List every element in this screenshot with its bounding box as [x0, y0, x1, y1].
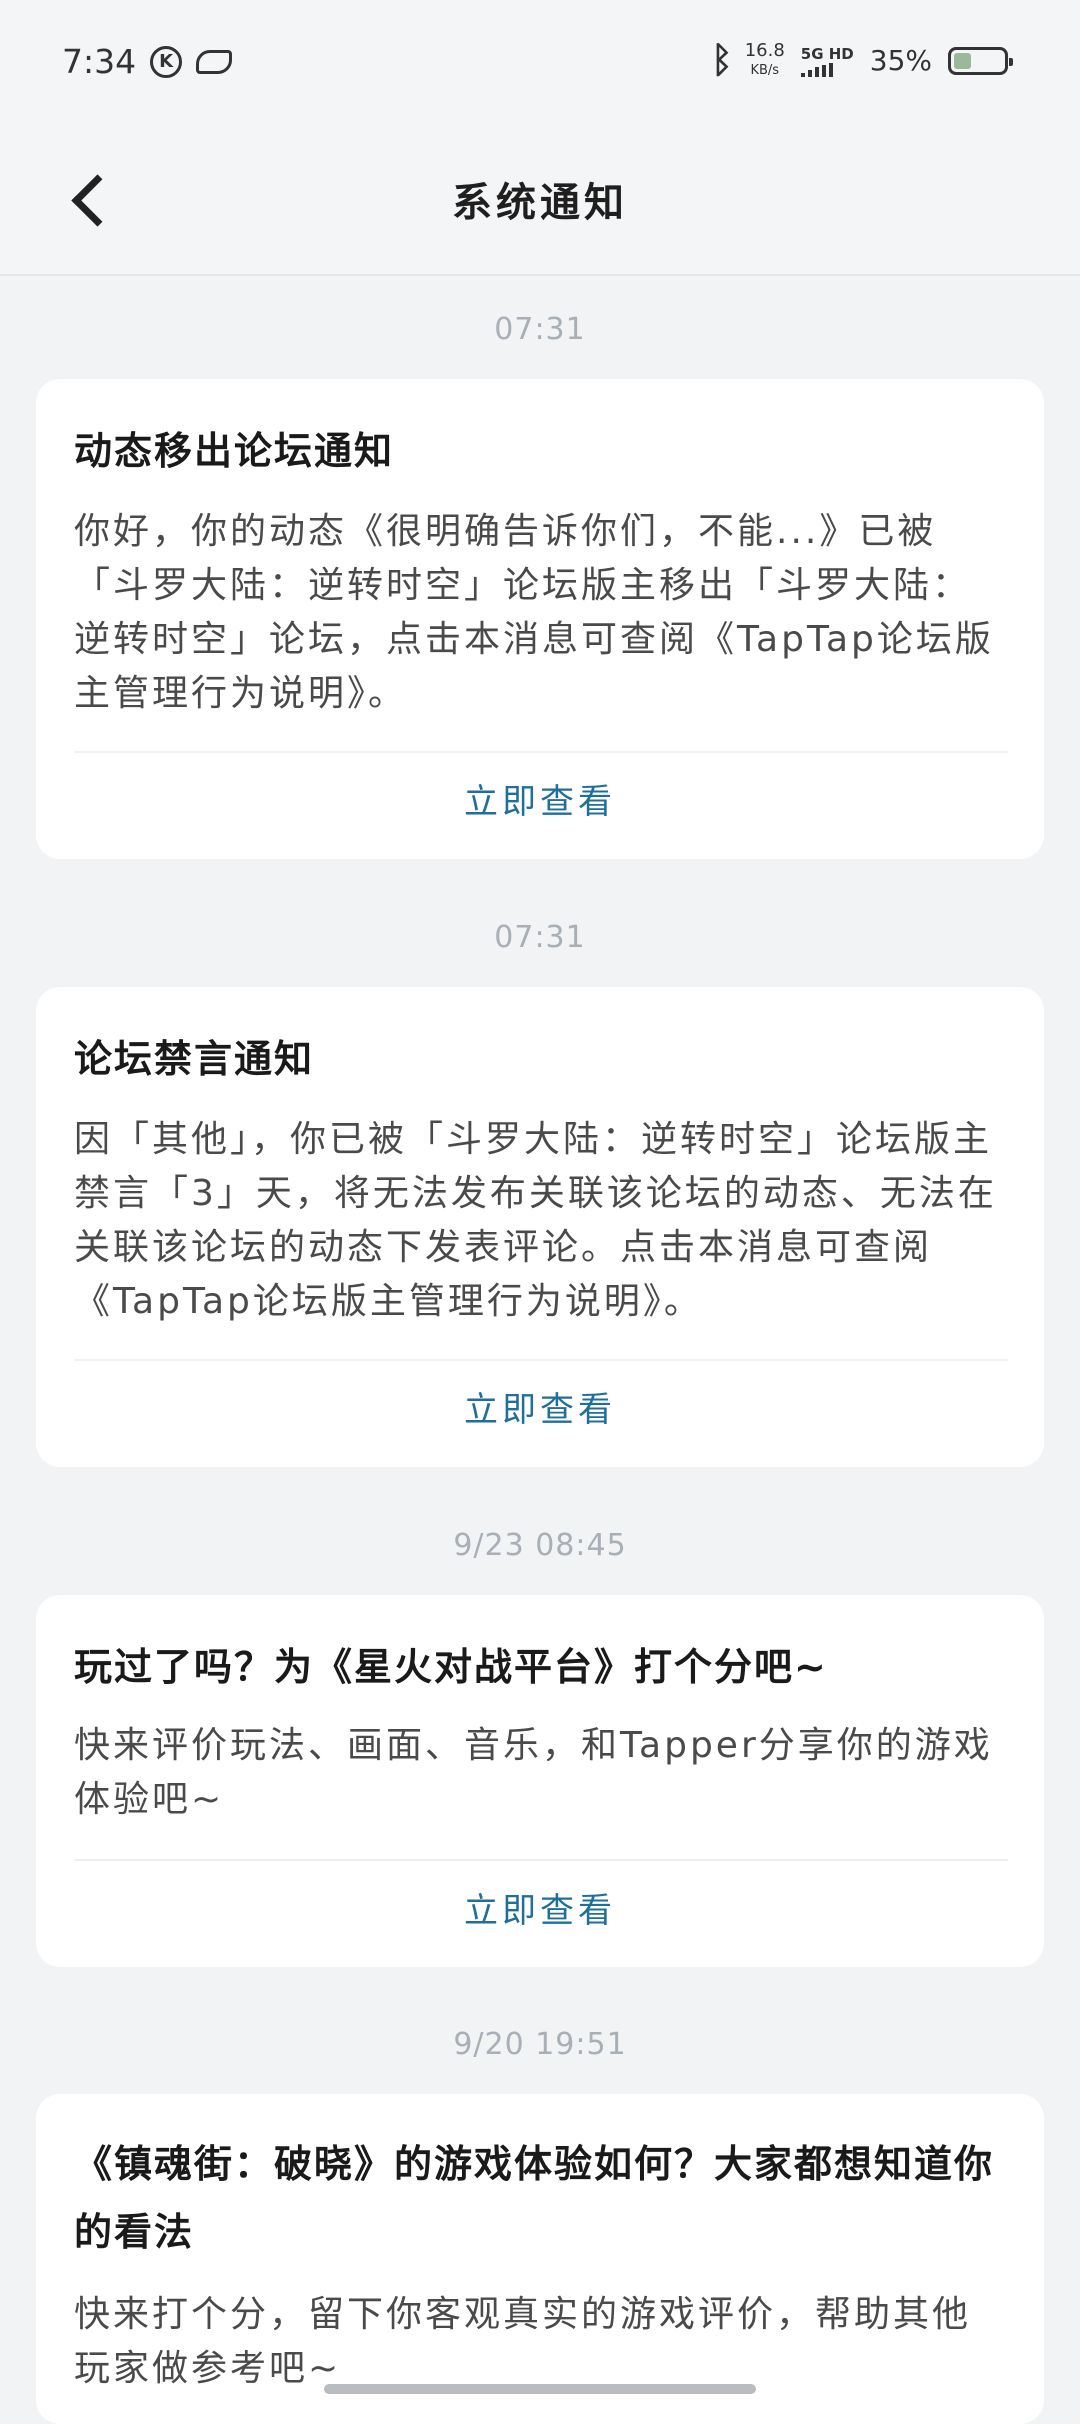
view-now-button[interactable]: 立即查看 — [36, 1382, 1044, 1431]
status-left: 7:34 K — [62, 42, 233, 81]
notification-body: 快来打个分，留下你客观真实的游戏评价，帮助其他玩家做参考吧~ — [74, 2294, 972, 2389]
network-speed: 16.8 KB/s — [744, 39, 785, 81]
notification-title: 动态移出论坛通知 — [74, 429, 395, 473]
battery-fill — [954, 52, 971, 69]
card-divider — [74, 1359, 1008, 1361]
signal-icon: 5G HD — [800, 44, 854, 77]
notification-time: 9/23 08:45 — [453, 1528, 627, 1563]
leaf-icon — [196, 49, 233, 74]
notification-card: 论坛禁言通知 因「其他」，你已被「斗罗大陆：逆转时空」论坛版主禁言「3」天，将无… — [36, 987, 1044, 1467]
notification-time: 9/20 19:51 — [453, 2027, 627, 2062]
notification-time: 07:31 — [494, 312, 586, 347]
notification-card: 《镇魂街：破晓》的游戏体验如何？大家都想知道你的看法 快来打个分，留下你客观真实… — [36, 2094, 1044, 2424]
notification-title: 《镇魂街：破晓》的游戏体验如何？大家都想知道你的看法 — [74, 2142, 995, 2254]
network-speed-value: 16.8 — [744, 39, 785, 61]
notification-body: 你好，你的动态《很明确告诉你们，不能...》已被「斗罗大陆：逆转时空」论坛版主移… — [74, 511, 994, 714]
signal-label: 5G HD — [800, 44, 854, 63]
k-icon: K — [150, 45, 183, 78]
notification-card: 玩过了吗？为《星火对战平台》打个分吧~ 快来评价玩法、画面、音乐，和Tapper… — [36, 1595, 1044, 1967]
home-indicator[interactable] — [324, 2384, 756, 2394]
card-divider — [74, 751, 1008, 753]
status-right: ᛒ 16.8 KB/s 5G HD 35% — [711, 39, 1013, 81]
card-divider — [74, 1859, 1008, 1861]
status-time: 7:34 — [62, 42, 137, 81]
notification-title: 论坛禁言通知 — [74, 1037, 315, 1081]
notification-title: 玩过了吗？为《星火对战平台》打个分吧~ — [74, 1645, 828, 1689]
status-bar: 7:34 K ᛒ 16.8 KB/s 5G HD 35% — [0, 0, 1080, 130]
battery-icon — [948, 46, 1013, 75]
notification-time: 07:31 — [494, 920, 586, 955]
page-title: 系统通知 — [452, 180, 628, 226]
view-now-button[interactable]: 立即查看 — [36, 774, 1044, 823]
notification-body: 因「其他」，你已被「斗罗大陆：逆转时空」论坛版主禁言「3」天，将无法发布关联该论… — [74, 1119, 997, 1322]
notification-body: 快来评价玩法、画面、音乐，和Tapper分享你的游戏体验吧~ — [74, 1725, 993, 1820]
view-now-button[interactable]: 立即查看 — [36, 1883, 1044, 1932]
notification-card: 动态移出论坛通知 你好，你的动态《很明确告诉你们，不能...》已被「斗罗大陆：逆… — [36, 379, 1044, 859]
signal-bars — [800, 62, 833, 77]
bluetooth-icon: ᛒ — [711, 40, 733, 81]
battery-percent: 35% — [869, 44, 932, 77]
app-header: 系统通知 — [0, 130, 1080, 276]
network-speed-unit: KB/s — [750, 62, 780, 78]
